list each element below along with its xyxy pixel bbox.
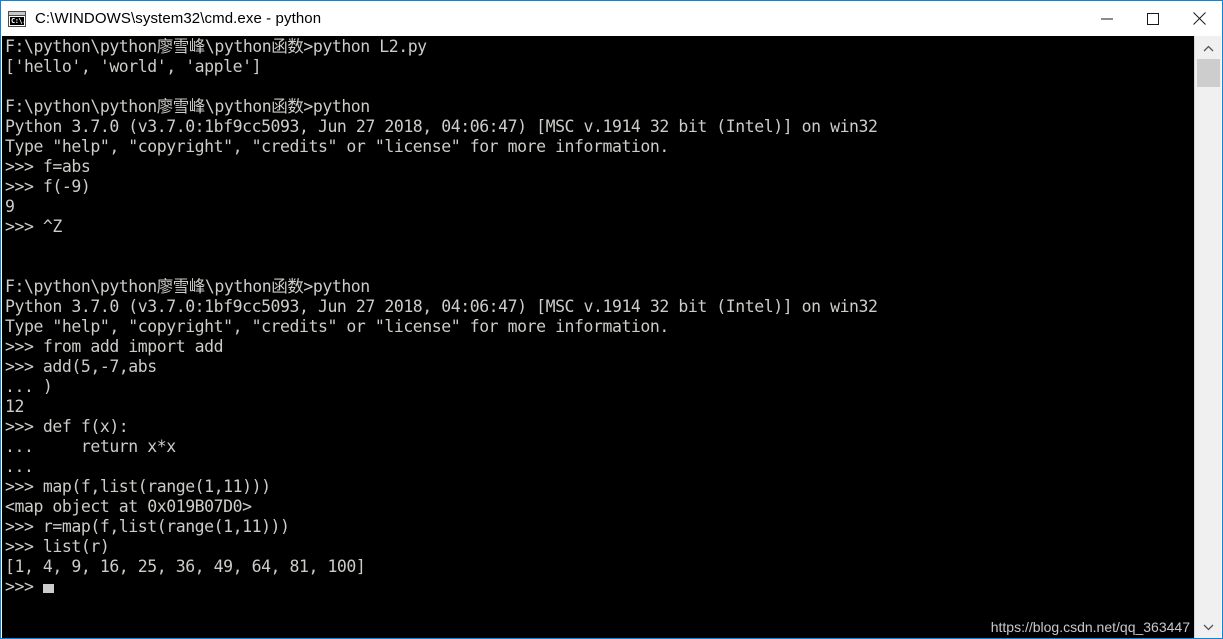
console-line: ... return x*x [5, 437, 176, 456]
vertical-scrollbar[interactable] [1194, 36, 1221, 638]
console-line: <map object at 0x019B07D0> [5, 497, 252, 516]
cmd-icon-screen-text: C:\. [10, 16, 26, 25]
console-output-area[interactable]: F:\python\python廖雪峰\python函数>python L2.p… [2, 36, 1196, 638]
window-title: C:\WINDOWS\system32\cmd.exe - python [35, 10, 322, 27]
prompt-text: >>> [5, 577, 43, 596]
close-icon [1192, 12, 1206, 25]
console-line: >>> r=map(f,list(range(1,11))) [5, 517, 290, 536]
console-line: >>> f(-9) [5, 177, 91, 196]
scroll-up-button[interactable] [1195, 38, 1221, 57]
console-prompt-line[interactable]: >>> [2, 577, 1196, 597]
console-line: Python 3.7.0 (v3.7.0:1bf9cc5093, Jun 27 … [5, 117, 878, 136]
console-line: F:\python\python廖雪峰\python函数>python [5, 97, 370, 116]
scrollbar-thumb[interactable] [1197, 59, 1220, 87]
console-line: F:\python\python廖雪峰\python函数>python [5, 277, 370, 296]
console-line: >>> ^Z [5, 217, 62, 236]
console-line: >>> from add import add [5, 337, 224, 356]
close-button[interactable] [1176, 1, 1222, 36]
console-line: >>> add(5,-7,abs [5, 357, 157, 376]
console-line: >>> map(f,list(range(1,11))) [5, 477, 271, 496]
console-line: >>> f=abs [5, 157, 91, 176]
console-line: ... ) [5, 377, 53, 396]
chevron-down-icon [1203, 618, 1214, 636]
console-line: Type "help", "copyright", "credits" or "… [5, 137, 669, 156]
console-line: 12 [5, 397, 24, 416]
maximize-icon [1147, 12, 1159, 25]
console-line: >>> list(r) [5, 537, 110, 556]
window-controls [1084, 1, 1222, 36]
console-line: >>> def f(x): [5, 417, 129, 436]
console-line: F:\python\python廖雪峰\python函数>python L2.p… [5, 37, 427, 56]
cmd-icon-titlebar-strip [9, 11, 25, 16]
console-line: Type "help", "copyright", "credits" or "… [5, 317, 669, 336]
console-line: 9 [5, 197, 15, 216]
watermark-text: https://blog.csdn.net/qq_363447 [990, 619, 1190, 635]
maximize-button[interactable] [1130, 1, 1176, 36]
cmd-app-icon: C:\. [8, 10, 26, 27]
chevron-up-icon [1203, 39, 1214, 57]
text-cursor [42, 584, 54, 593]
title-bar[interactable]: C:\. C:\WINDOWS\system32\cmd.exe - pytho… [1, 1, 1222, 36]
minimize-icon [1101, 13, 1113, 25]
console-line: ... [5, 457, 34, 476]
cmd-window: C:\. C:\WINDOWS\system32\cmd.exe - pytho… [0, 0, 1223, 639]
minimize-button[interactable] [1084, 1, 1130, 36]
console-line: [1, 4, 9, 16, 25, 36, 49, 64, 81, 100] [5, 557, 366, 576]
console-line: ['hello', 'world', 'apple'] [5, 57, 262, 76]
console-line: Python 3.7.0 (v3.7.0:1bf9cc5093, Jun 27 … [5, 297, 878, 316]
scroll-down-button[interactable] [1195, 617, 1221, 636]
console-lines: F:\python\python廖雪峰\python函数>python L2.p… [2, 37, 1196, 597]
